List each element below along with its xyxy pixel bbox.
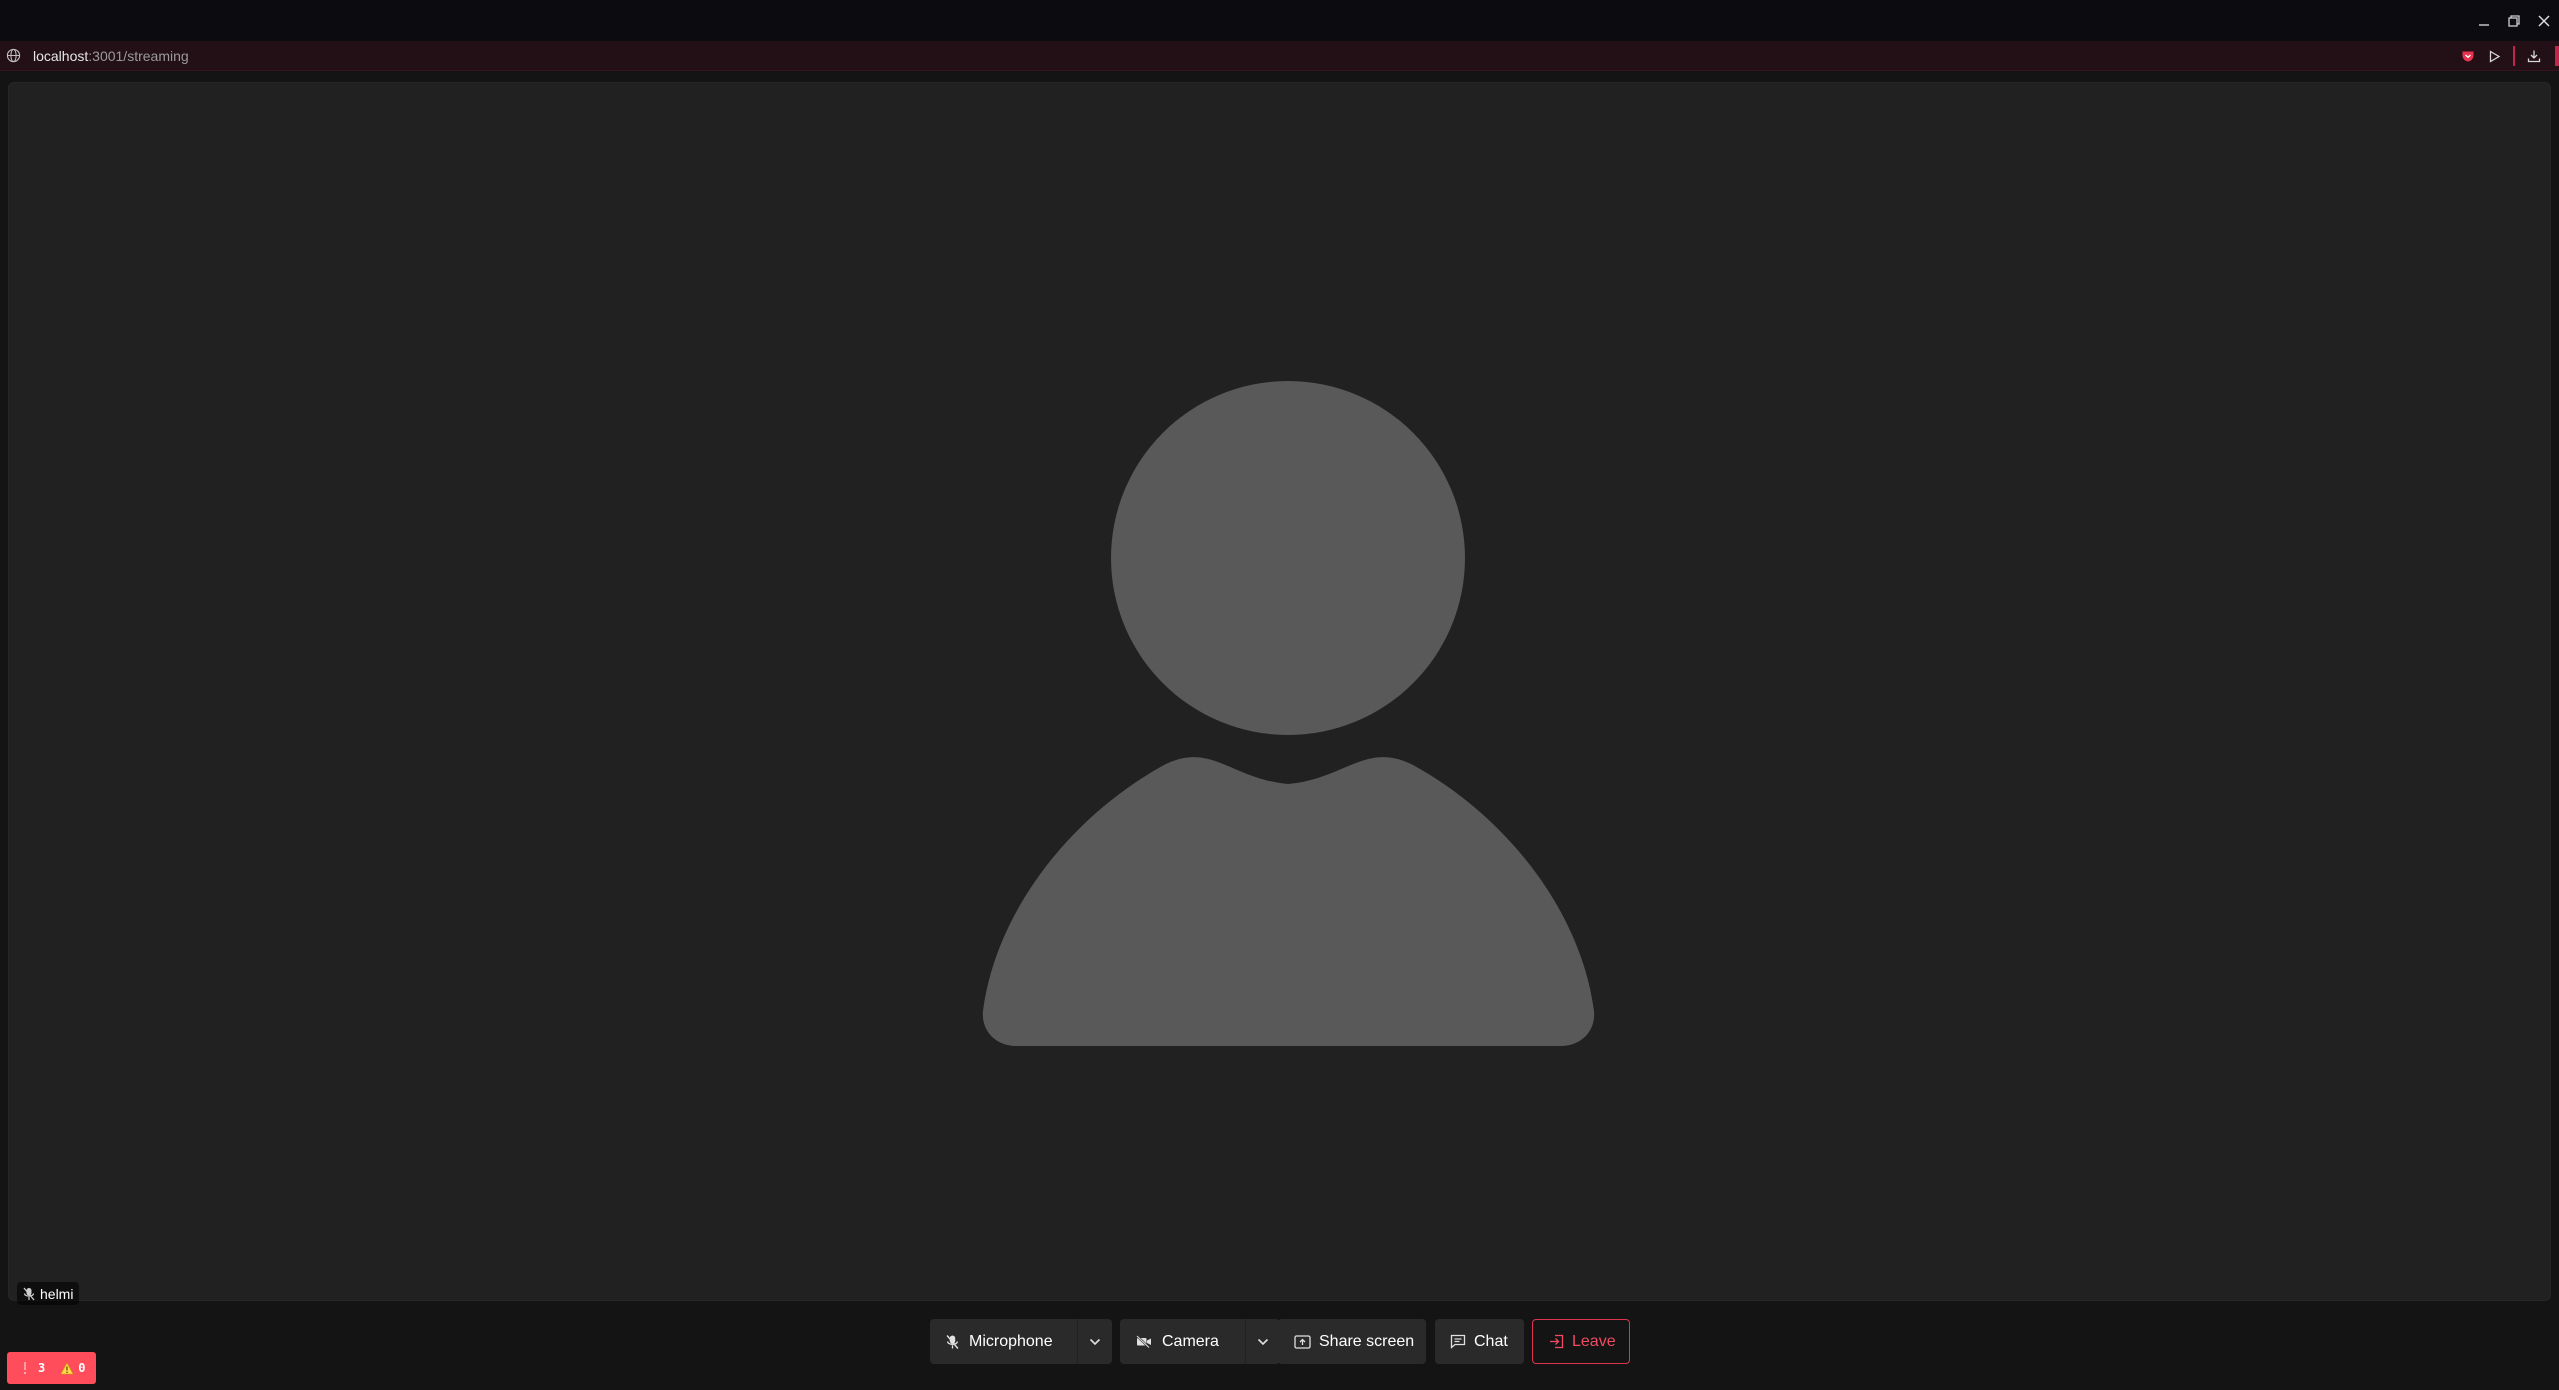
leave-icon xyxy=(1550,1334,1564,1349)
address-bar: localhost:3001/streaming xyxy=(0,41,2559,71)
window-controls xyxy=(2469,0,2559,41)
chat-button[interactable]: Chat xyxy=(1435,1319,1524,1364)
restore-icon xyxy=(2508,14,2520,27)
close-window-button[interactable] xyxy=(2529,2,2559,40)
error-count: 3 xyxy=(38,1361,46,1375)
downloads-button[interactable] xyxy=(2521,41,2547,71)
mic-off-icon xyxy=(946,1334,959,1349)
camera-off-icon xyxy=(1136,1335,1151,1348)
participant-tile[interactable]: helmi xyxy=(8,82,2551,1305)
mic-off-icon xyxy=(23,1287,35,1300)
url-field[interactable]: localhost:3001/streaming xyxy=(33,48,189,64)
error-icon xyxy=(23,1362,27,1375)
streaming-view: helmi xyxy=(0,72,2559,1390)
minimize-button[interactable] xyxy=(2469,2,2499,40)
close-icon xyxy=(2538,14,2550,27)
leave-label: Leave xyxy=(1572,1332,1616,1350)
address-bar-actions xyxy=(2455,41,2559,71)
shield-icon xyxy=(2462,51,2474,62)
share-screen-label: Share screen xyxy=(1319,1332,1415,1350)
microphone-label: Microphone xyxy=(969,1332,1053,1350)
microphone-button[interactable]: Microphone xyxy=(930,1319,1077,1364)
minimize-icon xyxy=(2479,23,2489,26)
chat-label: Chat xyxy=(1474,1332,1508,1350)
camera-button[interactable]: Camera xyxy=(1120,1319,1245,1364)
share-screen-icon xyxy=(1294,1334,1311,1349)
microphone-control: Microphone xyxy=(930,1319,1112,1364)
leave-button[interactable]: Leave xyxy=(1532,1319,1630,1364)
divider xyxy=(2513,46,2515,66)
warning-count: 0 xyxy=(78,1361,86,1375)
url-host: localhost xyxy=(33,47,89,64)
chevron-down-icon xyxy=(1089,1338,1101,1345)
warning-icon xyxy=(60,1361,74,1374)
microphone-options-button[interactable] xyxy=(1077,1319,1112,1364)
camera-options-button[interactable] xyxy=(1245,1319,1280,1364)
share-screen-button[interactable]: Share screen xyxy=(1278,1319,1426,1364)
camera-control: Camera xyxy=(1120,1319,1280,1364)
url-path: :3001/streaming xyxy=(88,47,189,64)
participant-name-badge: helmi xyxy=(17,1282,80,1305)
issues-badge[interactable]: 3 0 xyxy=(7,1352,96,1384)
chevron-down-icon xyxy=(1257,1338,1269,1345)
window-titlebar xyxy=(0,0,2559,41)
chat-icon xyxy=(1450,1334,1466,1349)
download-icon xyxy=(2527,50,2541,63)
restore-button[interactable] xyxy=(2499,2,2529,40)
divider xyxy=(2555,46,2559,66)
pocket-button[interactable] xyxy=(2455,41,2481,71)
play-button[interactable] xyxy=(2481,41,2507,71)
avatar-placeholder-icon xyxy=(982,381,1595,1046)
camera-label: Camera xyxy=(1162,1332,1219,1350)
participant-name: helmi xyxy=(40,1285,74,1302)
globe-icon xyxy=(6,48,22,64)
play-icon xyxy=(2489,49,2500,63)
